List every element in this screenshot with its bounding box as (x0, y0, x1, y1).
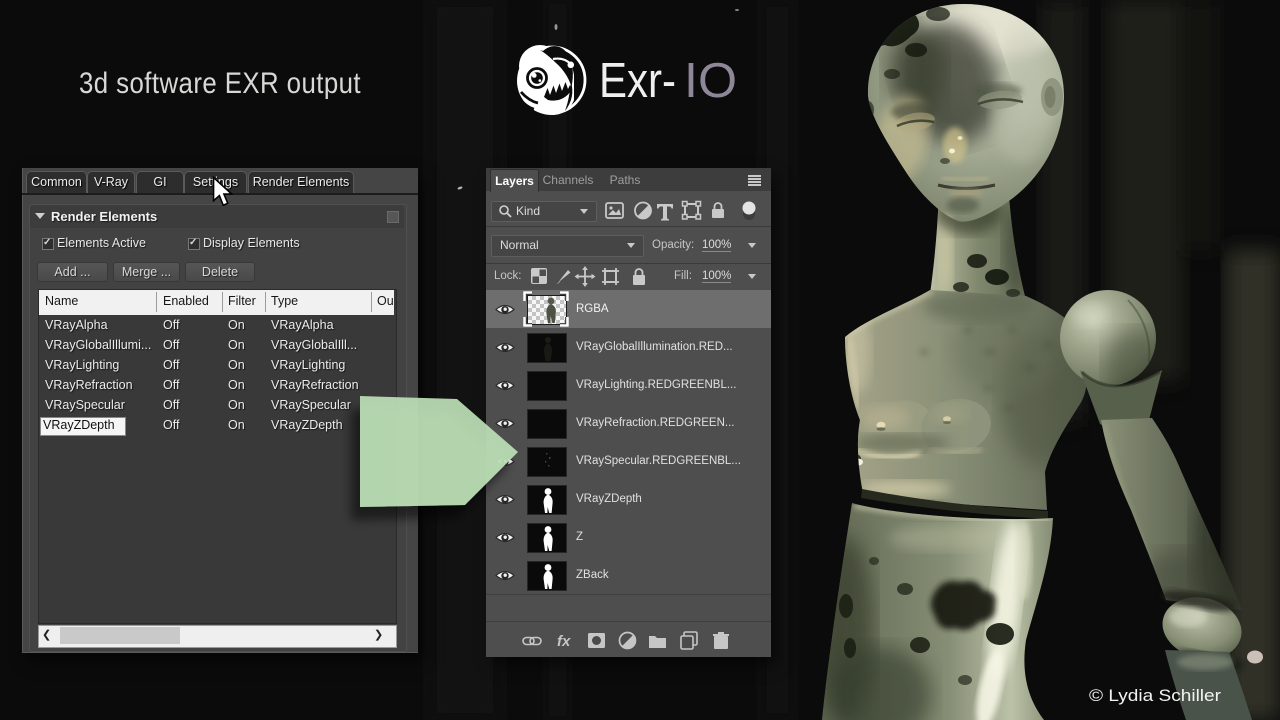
svg-text:Exr-: Exr- (599, 54, 676, 108)
svg-text:IO: IO (684, 54, 737, 108)
svg-text:© Lydia Schiller: © Lydia Schiller (1089, 686, 1221, 705)
svg-text:fx: fx (557, 633, 571, 650)
svg-text:3d software EXR output: 3d software EXR output (79, 67, 361, 100)
